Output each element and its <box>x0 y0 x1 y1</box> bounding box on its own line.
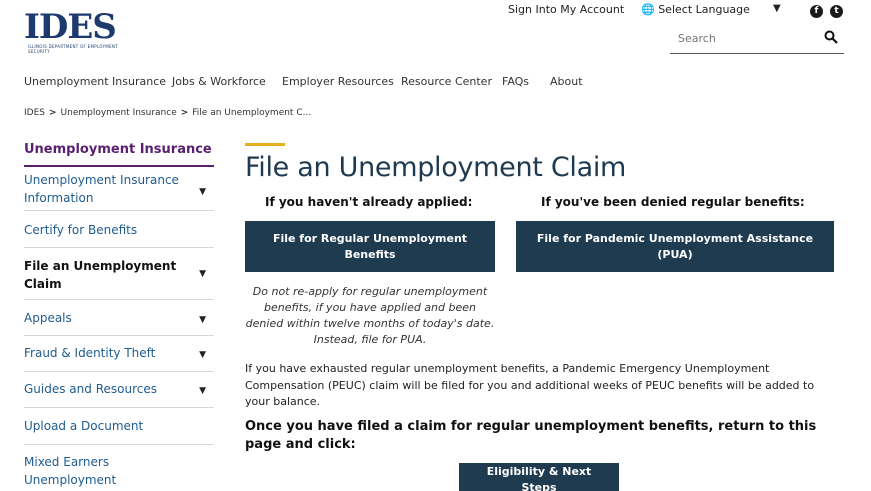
sidebar-item-label: File an Unemployment Claim <box>24 259 177 291</box>
globe-icon: 🌐 <box>641 3 655 16</box>
sidebar-item-fraud[interactable]: Fraud & Identity Theft ▼ <box>24 336 214 372</box>
sidebar-item-upload[interactable]: Upload a Document <box>24 408 214 445</box>
chevron-down-icon[interactable]: ▼ <box>199 382 206 400</box>
peuc-paragraph: If you have exhausted regular unemployme… <box>245 362 815 408</box>
language-label: Select Language <box>658 3 750 16</box>
sign-in-link[interactable]: Sign Into My Account <box>508 3 624 16</box>
sidebar-item-meuc[interactable]: Mixed Earners Unemployment Compensation … <box>24 445 214 489</box>
search-box <box>670 26 844 54</box>
sidebar-item-label: Unemployment Insurance Information <box>24 173 179 205</box>
sidebar-item-certify[interactable]: Certify for Benefits <box>24 211 214 248</box>
breadcrumb-separator-icon: > <box>48 108 57 118</box>
logo-subtext: ILLINOIS DEPARTMENT OF EMPLOYMENT SECURI… <box>28 44 118 54</box>
nav-item-faqs[interactable]: FAQs <box>502 75 529 88</box>
nav-item-jobs-workforce[interactable]: Jobs & Workforce <box>172 75 266 88</box>
chevron-down-icon[interactable]: ▼ <box>199 346 206 364</box>
search-icon[interactable] <box>824 30 838 44</box>
language-selector[interactable]: 🌐 Select Language <box>641 3 750 16</box>
breadcrumb-current: File an Unemployment C... <box>192 108 312 118</box>
nav-item-resource-center[interactable]: Resource Center <box>401 75 492 88</box>
sidebar-item-label: Upload a Document <box>24 419 144 433</box>
breadcrumb-separator-icon: > <box>180 108 189 118</box>
sidebar-item-label: Fraud & Identity Theft <box>24 346 156 360</box>
file-regular-benefits-button[interactable]: File for Regular Unemployment Benefits <box>245 221 495 272</box>
right-column-heading: If you've been denied regular benefits: <box>541 195 805 209</box>
sidebar-item-appeals[interactable]: Appeals ▼ <box>24 300 214 336</box>
sidebar: Unemployment Insurance Unemployment Insu… <box>24 140 214 489</box>
breadcrumb-unemployment-insurance[interactable]: Unemployment Insurance <box>61 108 177 118</box>
facebook-icon[interactable]: f <box>810 5 823 18</box>
nav-item-unemployment-insurance[interactable]: Unemployment Insurance <box>24 75 166 88</box>
eligibility-next-steps-button[interactable]: Eligibility & Next Steps <box>459 463 619 491</box>
chevron-down-icon[interactable]: ▼ <box>199 311 206 329</box>
sidebar-item-label: Guides and Resources <box>24 382 157 396</box>
chevron-down-icon[interactable]: ▼ <box>773 3 781 14</box>
sidebar-item-ui-information[interactable]: Unemployment Insurance Information ▼ <box>24 167 214 211</box>
utility-bar: Sign Into My Account 🌐 Select Language ▼… <box>0 3 871 19</box>
chevron-down-icon[interactable]: ▼ <box>199 183 206 201</box>
sidebar-item-label: Certify for Benefits <box>24 223 138 237</box>
sidebar-item-label: Mixed Earners Unemployment Compensation … <box>24 455 117 487</box>
breadcrumb: IDES > Unemployment Insurance > File an Unem… <box>24 108 311 118</box>
reapply-note: Do not re-apply for regular unemployment… <box>245 285 495 346</box>
twitter-icon[interactable]: t <box>830 5 843 18</box>
nav-item-employer-resources[interactable]: Employer Resources <box>282 75 394 88</box>
chevron-down-icon[interactable]: ▼ <box>199 265 206 283</box>
title-accent-bar <box>245 143 285 146</box>
page-title: File an Unemployment Claim <box>245 152 627 183</box>
sidebar-item-file-claim[interactable]: File an Unemployment Claim ▼ <box>24 248 214 300</box>
sidebar-item-guides[interactable]: Guides and Resources ▼ <box>24 372 214 408</box>
file-pua-button[interactable]: File for Pandemic Unemployment Assistanc… <box>516 221 834 272</box>
sidebar-title[interactable]: Unemployment Insurance <box>24 140 214 167</box>
breadcrumb-ides[interactable]: IDES <box>24 108 45 118</box>
left-column-heading: If you haven't already applied: <box>265 195 473 209</box>
return-instruction: Once you have filed a claim for regular … <box>245 419 817 452</box>
search-input[interactable] <box>678 32 818 45</box>
sidebar-item-label: Appeals <box>24 311 72 325</box>
nav-item-about[interactable]: About <box>550 75 583 88</box>
